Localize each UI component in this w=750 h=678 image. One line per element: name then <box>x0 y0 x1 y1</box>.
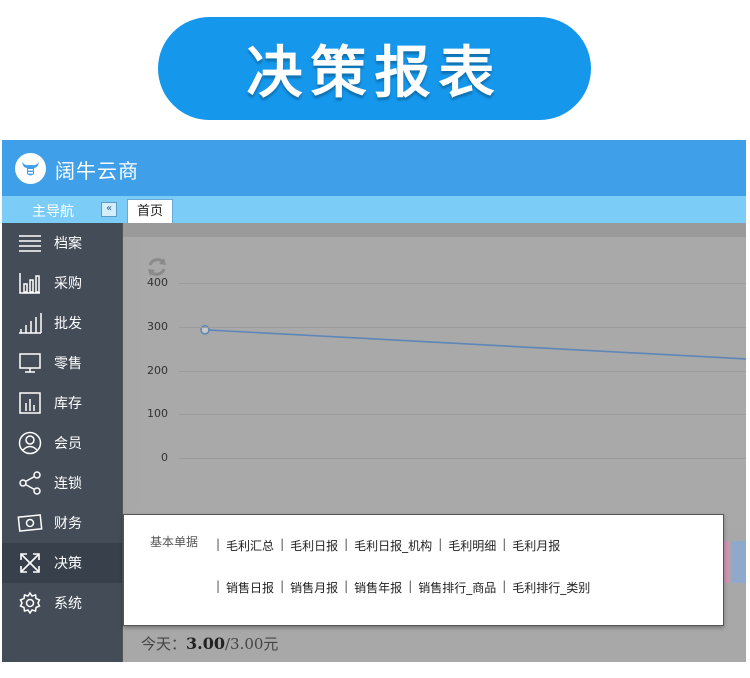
series-line <box>204 329 746 360</box>
inventory-bars-icon <box>16 390 44 416</box>
menu-row-sales: | 销售日报 | 销售月报 | 销售年报 | 销售排行_商品 | 毛利排行_类别 <box>216 579 596 596</box>
user-icon <box>16 430 44 456</box>
menu-item-sales-yearly[interactable]: 销售年报 <box>348 579 408 596</box>
menu-item-gross-monthly[interactable]: 毛利月报 <box>506 537 566 554</box>
sidebar-item-archive[interactable]: 档案 <box>2 223 122 263</box>
gridline <box>179 458 746 459</box>
sidebar-item-purchase[interactable]: 采购 <box>2 263 122 303</box>
nav-bar: 主导航 « <box>2 196 746 223</box>
report-menu-popup: 基本单据 | 毛利汇总 | 毛利日报 | 毛利日报_机构 | 毛利明细 | 毛利月报 | 销… <box>123 514 724 626</box>
menu-item-gross-daily[interactable]: 毛利日报 <box>284 537 344 554</box>
sidebar-item-wholesale[interactable]: 批发 <box>2 303 122 343</box>
arrows-out-icon <box>16 550 44 576</box>
y-tick-label: 200 <box>147 363 168 377</box>
menu-item-gross-summary[interactable]: 毛利汇总 <box>220 537 280 554</box>
content-top-strip <box>123 223 746 237</box>
tab-home[interactable]: 首页 <box>127 199 173 224</box>
menu-item-sales-monthly[interactable]: 销售月报 <box>284 579 344 596</box>
today-label: 今天： <box>141 635 187 653</box>
gridline <box>179 283 746 284</box>
y-tick-label: 300 <box>147 319 168 333</box>
gridline <box>179 414 746 416</box>
today-value: 3.00 <box>186 634 225 653</box>
menu-item-sales-rank-goods[interactable]: 销售排行_商品 <box>412 579 502 596</box>
sidebar-item-member[interactable]: 会员 <box>2 423 122 463</box>
menu-item-gross-rank-category[interactable]: 毛利排行_类别 <box>506 579 596 596</box>
color-strip-blue <box>731 541 746 583</box>
menu-item-gross-daily-org[interactable]: 毛利日报_机构 <box>348 537 438 554</box>
gridline <box>179 326 746 328</box>
menu-category-label: 基本单据 <box>150 535 199 549</box>
menu-item-gross-detail[interactable]: 毛利明细 <box>442 537 502 554</box>
sidebar-item-finance[interactable]: 财务 <box>2 503 122 543</box>
nav-title: 主导航 <box>32 204 74 220</box>
y-tick-label: 0 <box>161 451 168 464</box>
sidebar-item-system[interactable]: 系统 <box>2 583 122 623</box>
app-name: 阔牛云商 <box>55 159 139 183</box>
list-icon <box>16 230 44 256</box>
gear-icon <box>16 590 44 616</box>
menu-item-sales-daily[interactable]: 销售日报 <box>220 579 280 596</box>
y-tick-label: 100 <box>147 407 168 421</box>
bar-chart-icon <box>16 270 44 296</box>
gridline <box>179 370 746 372</box>
sidebar-item-inventory[interactable]: 库存 <box>2 383 122 423</box>
today-summary: 今天：3.00/3.00元 <box>141 633 278 654</box>
today-total: /3.00元 <box>224 635 279 653</box>
sidebar: 档案 采购 批发 零售 库存 会员 连锁 财务 决策 系统 <box>2 223 122 662</box>
share-icon <box>16 470 44 496</box>
collapse-nav-button[interactable]: « <box>101 202 117 217</box>
rising-bars-icon <box>16 310 44 336</box>
sidebar-item-decision[interactable]: 决策 <box>2 543 122 583</box>
money-icon <box>16 510 44 536</box>
monitor-icon <box>16 350 44 376</box>
menu-row-gross-profit: | 毛利汇总 | 毛利日报 | 毛利日报_机构 | 毛利明细 | 毛利月报 <box>216 537 566 554</box>
bull-logo-icon <box>15 153 46 184</box>
y-tick-label: 400 <box>147 276 168 289</box>
app-header: 阔牛云商 <box>2 140 746 196</box>
chart-panel: 400 300 200 100 0 <box>137 237 746 527</box>
sidebar-item-retail[interactable]: 零售 <box>2 343 122 383</box>
banner: 决策报表 <box>158 17 591 120</box>
sidebar-item-chain[interactable]: 连锁 <box>2 463 122 503</box>
line-chart <box>200 325 746 360</box>
banner-title: 决策报表 <box>246 41 503 106</box>
